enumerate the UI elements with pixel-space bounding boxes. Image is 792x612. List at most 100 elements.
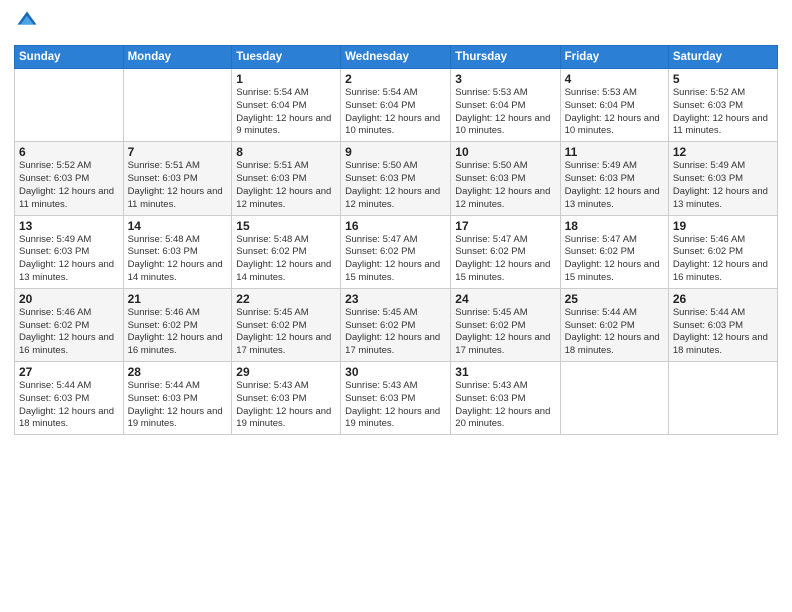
- day-number: 30: [345, 365, 446, 379]
- day-info: Sunrise: 5:47 AM Sunset: 6:02 PM Dayligh…: [455, 234, 555, 285]
- day-info: Sunrise: 5:44 AM Sunset: 6:03 PM Dayligh…: [19, 380, 119, 431]
- day-info: Sunrise: 5:49 AM Sunset: 6:03 PM Dayligh…: [673, 160, 773, 211]
- day-number: 27: [19, 365, 119, 379]
- day-number: 7: [128, 145, 228, 159]
- calendar-cell: 29Sunrise: 5:43 AM Sunset: 6:03 PM Dayli…: [232, 362, 341, 435]
- day-number: 22: [236, 292, 336, 306]
- day-number: 15: [236, 219, 336, 233]
- calendar-cell: [668, 362, 777, 435]
- calendar-week-4: 20 Sunrise: 5:46 AM Sunset: 6:02 PM Dayli…: [15, 288, 778, 361]
- calendar-cell: 22Sunrise: 5:45 AM Sunset: 6:02 PM Dayli…: [232, 288, 341, 361]
- header-saturday: Saturday: [668, 46, 777, 69]
- calendar-cell: 2Sunrise: 5:54 AM Sunset: 6:04 PM Daylig…: [341, 69, 451, 142]
- calendar-cell: 9Sunrise: 5:50 AM Sunset: 6:03 PM Daylig…: [341, 142, 451, 215]
- day-info: Sunrise: 5:44 AM Sunset: 6:03 PM Dayligh…: [128, 380, 228, 431]
- calendar-cell: 25Sunrise: 5:44 AM Sunset: 6:02 PM Dayli…: [560, 288, 668, 361]
- calendar-header-row: SundayMondayTuesdayWednesdayThursdayFrid…: [15, 46, 778, 69]
- calendar-cell: 5Sunrise: 5:52 AM Sunset: 6:03 PM Daylig…: [668, 69, 777, 142]
- day-info: Sunrise: 5:46 AM Sunset: 6:02 PM Dayligh…: [673, 234, 773, 285]
- day-info: Sunrise: 5:52 AM Sunset: 6:03 PM Dayligh…: [673, 87, 773, 138]
- day-number: 8: [236, 145, 336, 159]
- calendar-cell: 17Sunrise: 5:47 AM Sunset: 6:02 PM Dayli…: [451, 215, 560, 288]
- day-number: 28: [128, 365, 228, 379]
- day-info: Sunrise: 5:53 AM Sunset: 6:04 PM Dayligh…: [565, 87, 664, 138]
- day-info: Sunrise: 5:54 AM Sunset: 6:04 PM Dayligh…: [345, 87, 446, 138]
- calendar-cell: 28Sunrise: 5:44 AM Sunset: 6:03 PM Dayli…: [123, 362, 232, 435]
- calendar-cell: 31Sunrise: 5:43 AM Sunset: 6:03 PM Dayli…: [451, 362, 560, 435]
- calendar-cell: 3Sunrise: 5:53 AM Sunset: 6:04 PM Daylig…: [451, 69, 560, 142]
- day-info: Sunrise: 5:46 AM Sunset: 6:02 PM Dayligh…: [128, 307, 228, 358]
- day-info: Sunrise: 5:44 AM Sunset: 6:03 PM Dayligh…: [673, 307, 773, 358]
- day-info: Sunrise: 5:50 AM Sunset: 6:03 PM Dayligh…: [455, 160, 555, 211]
- calendar-cell: [560, 362, 668, 435]
- header-monday: Monday: [123, 46, 232, 69]
- calendar-cell: 11Sunrise: 5:49 AM Sunset: 6:03 PM Dayli…: [560, 142, 668, 215]
- day-info: Sunrise: 5:50 AM Sunset: 6:03 PM Dayligh…: [345, 160, 446, 211]
- day-number: 23: [345, 292, 446, 306]
- day-number: 2: [345, 72, 446, 86]
- calendar-cell: 26Sunrise: 5:44 AM Sunset: 6:03 PM Dayli…: [668, 288, 777, 361]
- day-number: 1: [236, 72, 336, 86]
- day-info: Sunrise: 5:44 AM Sunset: 6:02 PM Dayligh…: [565, 307, 664, 358]
- calendar-cell: 14Sunrise: 5:48 AM Sunset: 6:03 PM Dayli…: [123, 215, 232, 288]
- day-info: Sunrise: 5:45 AM Sunset: 6:02 PM Dayligh…: [455, 307, 555, 358]
- header-friday: Friday: [560, 46, 668, 69]
- calendar-cell: 4Sunrise: 5:53 AM Sunset: 6:04 PM Daylig…: [560, 69, 668, 142]
- calendar-week-1: 1Sunrise: 5:54 AM Sunset: 6:04 PM Daylig…: [15, 69, 778, 142]
- header-tuesday: Tuesday: [232, 46, 341, 69]
- day-number: 13: [19, 219, 119, 233]
- day-info: Sunrise: 5:45 AM Sunset: 6:02 PM Dayligh…: [345, 307, 446, 358]
- day-number: 6: [19, 145, 119, 159]
- day-info: Sunrise: 5:43 AM Sunset: 6:03 PM Dayligh…: [345, 380, 446, 431]
- day-info: Sunrise: 5:52 AM Sunset: 6:03 PM Dayligh…: [19, 160, 119, 211]
- logo-icon: [16, 10, 38, 32]
- calendar-week-2: 6Sunrise: 5:52 AM Sunset: 6:03 PM Daylig…: [15, 142, 778, 215]
- page-header: [14, 10, 778, 37]
- calendar-cell: 8Sunrise: 5:51 AM Sunset: 6:03 PM Daylig…: [232, 142, 341, 215]
- day-info: Sunrise: 5:51 AM Sunset: 6:03 PM Dayligh…: [236, 160, 336, 211]
- day-number: 24: [455, 292, 555, 306]
- calendar-cell: 1Sunrise: 5:54 AM Sunset: 6:04 PM Daylig…: [232, 69, 341, 142]
- day-number: 3: [455, 72, 555, 86]
- day-info: Sunrise: 5:49 AM Sunset: 6:03 PM Dayligh…: [565, 160, 664, 211]
- calendar-cell: 19Sunrise: 5:46 AM Sunset: 6:02 PM Dayli…: [668, 215, 777, 288]
- day-number: 16: [345, 219, 446, 233]
- calendar-cell: 24Sunrise: 5:45 AM Sunset: 6:02 PM Dayli…: [451, 288, 560, 361]
- day-number: 20: [19, 292, 119, 306]
- calendar-cell: 30Sunrise: 5:43 AM Sunset: 6:03 PM Dayli…: [341, 362, 451, 435]
- calendar-table: SundayMondayTuesdayWednesdayThursdayFrid…: [14, 45, 778, 435]
- day-info: Sunrise: 5:43 AM Sunset: 6:03 PM Dayligh…: [455, 380, 555, 431]
- header-sunday: Sunday: [15, 46, 124, 69]
- logo: [14, 10, 40, 37]
- day-number: 17: [455, 219, 555, 233]
- day-info: Sunrise: 5:54 AM Sunset: 6:04 PM Dayligh…: [236, 87, 336, 138]
- calendar-cell: 12Sunrise: 5:49 AM Sunset: 6:03 PM Dayli…: [668, 142, 777, 215]
- calendar-cell: 23Sunrise: 5:45 AM Sunset: 6:02 PM Dayli…: [341, 288, 451, 361]
- day-info: Sunrise: 5:48 AM Sunset: 6:03 PM Dayligh…: [128, 234, 228, 285]
- calendar-cell: 13Sunrise: 5:49 AM Sunset: 6:03 PM Dayli…: [15, 215, 124, 288]
- day-number: 31: [455, 365, 555, 379]
- day-number: 21: [128, 292, 228, 306]
- calendar-cell: 15Sunrise: 5:48 AM Sunset: 6:02 PM Dayli…: [232, 215, 341, 288]
- day-number: 9: [345, 145, 446, 159]
- calendar-cell: 10Sunrise: 5:50 AM Sunset: 6:03 PM Dayli…: [451, 142, 560, 215]
- calendar-week-5: 27Sunrise: 5:44 AM Sunset: 6:03 PM Dayli…: [15, 362, 778, 435]
- day-number: 12: [673, 145, 773, 159]
- day-number: 10: [455, 145, 555, 159]
- day-number: 26: [673, 292, 773, 306]
- calendar-cell: 21Sunrise: 5:46 AM Sunset: 6:02 PM Dayli…: [123, 288, 232, 361]
- calendar-cell: 6Sunrise: 5:52 AM Sunset: 6:03 PM Daylig…: [15, 142, 124, 215]
- day-info: Sunrise: 5:43 AM Sunset: 6:03 PM Dayligh…: [236, 380, 336, 431]
- calendar-cell: 7Sunrise: 5:51 AM Sunset: 6:03 PM Daylig…: [123, 142, 232, 215]
- day-number: 4: [565, 72, 664, 86]
- day-number: 18: [565, 219, 664, 233]
- day-info: Sunrise: 5:49 AM Sunset: 6:03 PM Dayligh…: [19, 234, 119, 285]
- calendar-cell: 18Sunrise: 5:47 AM Sunset: 6:02 PM Dayli…: [560, 215, 668, 288]
- calendar-cell: 27Sunrise: 5:44 AM Sunset: 6:03 PM Dayli…: [15, 362, 124, 435]
- day-number: 11: [565, 145, 664, 159]
- day-info: Sunrise: 5:47 AM Sunset: 6:02 PM Dayligh…: [565, 234, 664, 285]
- header-wednesday: Wednesday: [341, 46, 451, 69]
- day-number: 19: [673, 219, 773, 233]
- calendar-cell: [123, 69, 232, 142]
- calendar-cell: 16Sunrise: 5:47 AM Sunset: 6:02 PM Dayli…: [341, 215, 451, 288]
